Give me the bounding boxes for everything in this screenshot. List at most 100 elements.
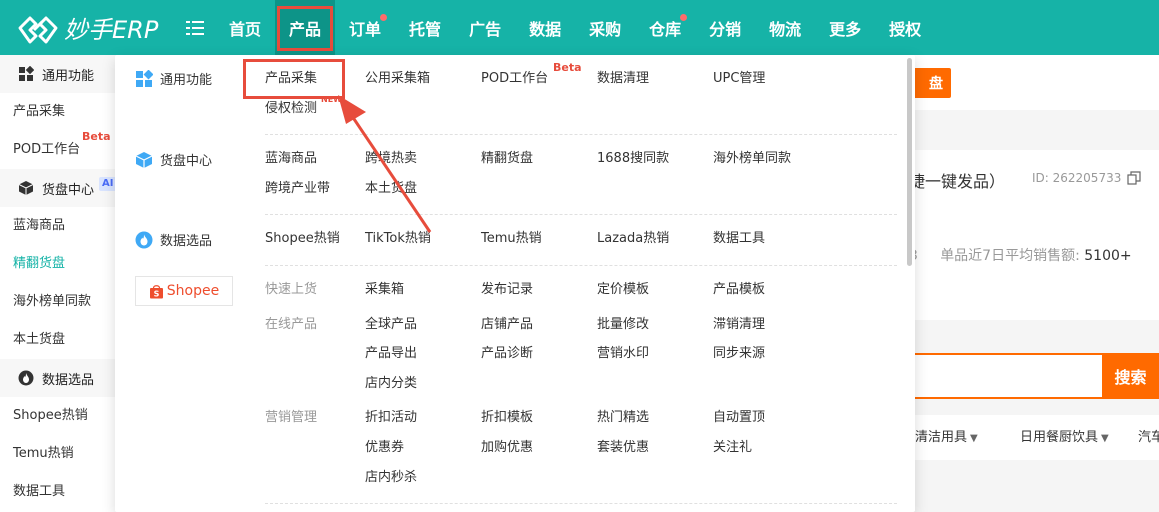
- sidebar-item-pod[interactable]: POD工作台 Beta: [0, 130, 121, 169]
- sidebar-group-source[interactable]: 货盘中心 AI: [0, 169, 121, 207]
- sidebar-item-label: Temu热销: [13, 446, 74, 461]
- menu-item-addon-deal[interactable]: 加购优惠: [481, 439, 533, 457]
- menu-item-temu-hot[interactable]: Temu热销: [481, 230, 542, 248]
- nav-label: 首页: [229, 19, 262, 39]
- search-input[interactable]: [902, 353, 1102, 399]
- menu-item-hot-picks[interactable]: 热门精选: [597, 409, 649, 427]
- sidebar-item-flip[interactable]: 精翻货盘: [0, 245, 121, 283]
- nav-item-hosting[interactable]: 托管: [395, 0, 455, 55]
- menu-toggle-button[interactable]: [175, 20, 215, 35]
- menu-item-public-collect-box[interactable]: 公用采集箱: [365, 70, 430, 88]
- chevron-down-icon: ▼: [970, 433, 978, 444]
- menu-item-pricing-template[interactable]: 定价模板: [597, 281, 649, 299]
- nav-item-more[interactable]: 更多: [815, 0, 875, 55]
- beta-badge: Beta: [553, 61, 582, 74]
- menu-item-industry-belt[interactable]: 跨境产业带: [265, 180, 330, 198]
- menu-item-product-export[interactable]: 产品导出: [365, 345, 417, 363]
- sidebar-item-temu-hot[interactable]: Temu热销: [0, 435, 121, 473]
- menu-item-product-collect[interactable]: 产品采集: [265, 70, 317, 88]
- menu-item-follow-prize[interactable]: 关注礼: [713, 439, 752, 457]
- nav-item-product[interactable]: 产品: [275, 0, 336, 55]
- menu-item-data-cleanup[interactable]: 数据清理: [597, 70, 649, 88]
- app-logo[interactable]: 妙手ERP: [0, 0, 175, 55]
- menu-item-tiktok-hot[interactable]: TikTok热销: [365, 230, 431, 248]
- menu-item-infringement-check[interactable]: 侵权检测: [265, 100, 317, 118]
- menu-item-local-source[interactable]: 本土货盘: [365, 180, 417, 198]
- menu-item-batch-edit[interactable]: 批量修改: [597, 316, 649, 334]
- sidebar-group-general[interactable]: 通用功能: [0, 55, 121, 93]
- nav-item-logistics[interactable]: 物流: [755, 0, 815, 55]
- menu-item-global-products[interactable]: 全球产品: [365, 316, 417, 334]
- menu-item-store-products[interactable]: 店铺产品: [481, 316, 533, 334]
- menu-item-1688-same[interactable]: 1688搜同款: [597, 150, 669, 168]
- menu-item-discount-activity[interactable]: 折扣活动: [365, 409, 417, 427]
- nav-item-distribution[interactable]: 分销: [695, 0, 755, 55]
- category-filter[interactable]: 汽车: [1138, 415, 1159, 460]
- dropdown-cat-data[interactable]: 数据选品: [135, 230, 212, 249]
- category-filter[interactable]: 日用餐厨饮具 ▼: [1020, 415, 1109, 460]
- section-label-marketing: 营销管理: [265, 410, 318, 425]
- menu-item-slow-sale-cleanup[interactable]: 滞销清理: [713, 316, 765, 334]
- menu-item-data-tools[interactable]: 数据工具: [713, 230, 765, 248]
- shopee-logo[interactable]: S Shopee: [135, 276, 233, 306]
- flame-icon: [135, 231, 153, 248]
- menu-item-discount-template[interactable]: 折扣模板: [481, 409, 533, 427]
- beta-badge: Beta: [82, 130, 111, 143]
- sidebar-item-data-tools[interactable]: 数据工具: [0, 473, 121, 511]
- nav-label: 分销: [709, 19, 742, 39]
- sidebar-item-shopee-hot[interactable]: Shopee热销: [0, 397, 121, 435]
- category-label: 日用餐厨饮具: [1020, 430, 1099, 445]
- shopee-label: Shopee: [166, 283, 220, 299]
- menu-item-bluesea[interactable]: 蓝海商品: [265, 150, 317, 168]
- menu-item-auto-pin[interactable]: 自动置顶: [713, 409, 765, 427]
- section-label-quick-listing: 快速上货: [265, 282, 318, 297]
- main-nav: 首页 产品 订单 托管 广告 数据 采购 仓库 分销 物流 更多 授权: [215, 0, 935, 55]
- menu-item-product-template[interactable]: 产品模板: [713, 281, 765, 299]
- sidebar-item-bluesea[interactable]: 蓝海商品: [0, 207, 121, 245]
- sidebar-item-local[interactable]: 本土货盘: [0, 321, 121, 359]
- nav-item-warehouse[interactable]: 仓库: [635, 0, 695, 55]
- product-title: 捷一键发品）: [909, 172, 1006, 191]
- sidebar-item-label: 蓝海商品: [13, 218, 66, 233]
- nav-label: 采购: [589, 19, 622, 39]
- menu-item-flip-source[interactable]: 精翻货盘: [481, 150, 533, 168]
- grid-icon: [19, 66, 34, 81]
- nav-item-orders[interactable]: 订单: [335, 0, 395, 55]
- menu-item-pod-workbench[interactable]: POD工作台: [481, 70, 548, 88]
- dropdown-cat-general[interactable]: 通用功能: [135, 69, 212, 88]
- menu-item-lazada-hot[interactable]: Lazada热销: [597, 230, 669, 248]
- sidebar-item-collect[interactable]: 产品采集: [0, 93, 121, 131]
- menu-item-flash-sale[interactable]: 店内秒杀: [365, 469, 417, 487]
- nav-label: 更多: [829, 19, 862, 39]
- nav-item-home[interactable]: 首页: [215, 0, 275, 55]
- chevron-down-icon: ▼: [1101, 433, 1109, 444]
- nav-item-purchase[interactable]: 采购: [575, 0, 635, 55]
- menu-item-crossborder-hot[interactable]: 跨境热卖: [365, 150, 417, 168]
- menu-item-collect-box[interactable]: 采集箱: [365, 281, 404, 299]
- menu-item-upc-manage[interactable]: UPC管理: [713, 70, 765, 88]
- menu-item-shopee-hot[interactable]: Shopee热销: [265, 230, 340, 248]
- sidebar-item-label: 产品采集: [13, 104, 66, 119]
- menu-item-store-category[interactable]: 店内分类: [365, 375, 417, 393]
- copy-icon[interactable]: [1127, 171, 1141, 185]
- sidebar-item-overseas[interactable]: 海外榜单同款: [0, 283, 121, 321]
- menu-item-product-diagnosis[interactable]: 产品诊断: [481, 345, 533, 363]
- menu-item-marketing-watermark[interactable]: 营销水印: [597, 345, 649, 363]
- dropdown-scrollbar[interactable]: [907, 58, 912, 266]
- menu-item-coupon[interactable]: 优惠券: [365, 439, 404, 457]
- menu-item-publish-record[interactable]: 发布记录: [481, 281, 533, 299]
- sidebar-item-label: 精翻货盘: [13, 256, 66, 271]
- left-sidebar: 通用功能 产品采集 POD工作台 Beta 货盘中心 AI 蓝海商品 精翻货盘 海…: [0, 55, 122, 512]
- nav-label: 仓库: [649, 19, 682, 39]
- nav-item-data[interactable]: 数据: [515, 0, 575, 55]
- sidebar-group-data[interactable]: 数据选品: [0, 359, 121, 397]
- dropdown-cat-source[interactable]: 货盘中心: [135, 150, 212, 169]
- hamburger-icon: [186, 20, 204, 35]
- search-button[interactable]: 搜索: [1102, 353, 1159, 399]
- menu-item-overseas-rank[interactable]: 海外榜单同款: [713, 150, 791, 168]
- menu-item-sync-source[interactable]: 同步来源: [713, 345, 765, 363]
- nav-item-ads[interactable]: 广告: [455, 0, 515, 55]
- nav-item-auth[interactable]: 授权: [875, 0, 935, 55]
- menu-item-bundle-deal[interactable]: 套装优惠: [597, 439, 649, 457]
- logo-text: 妙手ERP: [64, 16, 159, 44]
